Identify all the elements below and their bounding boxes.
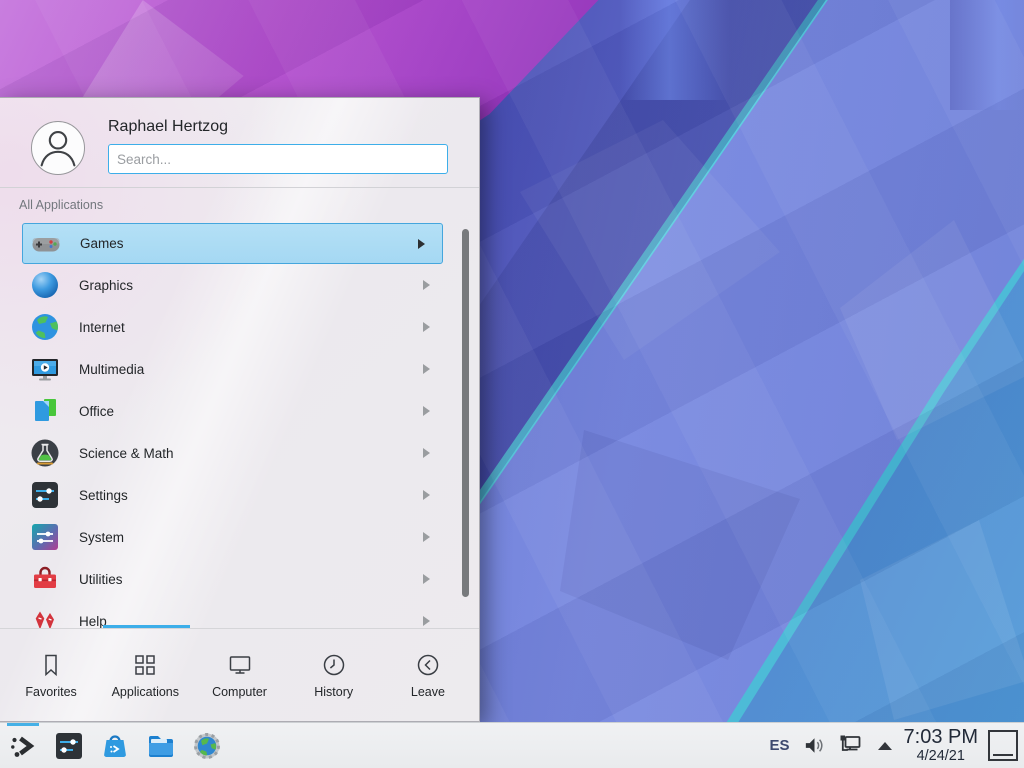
file-manager-folder-icon — [145, 730, 177, 762]
show-desktop-button[interactable] — [988, 730, 1018, 761]
category-graphics[interactable]: Graphics — [0, 264, 479, 306]
category-utilities[interactable]: Utilities — [0, 558, 479, 600]
person-icon — [32, 121, 84, 175]
globe-icon — [29, 311, 61, 343]
submenu-arrow-icon — [423, 616, 430, 626]
application-launcher-menu: Raphael Hertzog All Applications Games — [0, 97, 480, 722]
category-science-math[interactable]: Science & Math — [0, 432, 479, 474]
sliders-icon — [29, 479, 61, 511]
submenu-arrow-icon — [423, 448, 430, 458]
toolbox-icon — [29, 563, 61, 595]
discover-launcher[interactable] — [92, 723, 138, 768]
category-label: Utilities — [79, 572, 123, 587]
taskbar-launchers — [0, 723, 230, 768]
system-settings-icon — [53, 730, 85, 762]
network-icon[interactable] — [837, 732, 864, 759]
tab-leave[interactable]: Leave — [381, 629, 475, 722]
submenu-arrow-icon — [418, 239, 425, 249]
submenu-arrow-icon — [423, 574, 430, 584]
active-task-indicator — [7, 723, 39, 726]
launcher-tabbar: Favorites Applications C — [0, 629, 479, 722]
help-icon — [29, 605, 61, 628]
category-help[interactable]: Help — [0, 600, 479, 628]
section-label: All Applications — [19, 198, 103, 212]
list-scrollbar[interactable] — [462, 229, 469, 597]
sphere-icon — [29, 269, 61, 301]
category-label: Settings — [79, 488, 128, 503]
search-input[interactable] — [108, 144, 448, 174]
tab-computer[interactable]: Computer — [192, 629, 286, 722]
submenu-arrow-icon — [423, 322, 430, 332]
system-settings-launcher[interactable] — [46, 723, 92, 768]
monitor-play-icon — [29, 353, 61, 385]
tab-label: Computer — [212, 685, 267, 699]
header-divider — [0, 187, 479, 188]
category-label: System — [79, 530, 124, 545]
flask-icon — [29, 437, 61, 469]
file-manager-launcher[interactable] — [138, 723, 184, 768]
submenu-arrow-icon — [423, 532, 430, 542]
web-browser-launcher[interactable] — [184, 723, 230, 768]
clock-time: 7:03 PM — [904, 727, 978, 748]
tab-label: Favorites — [25, 685, 76, 699]
category-list: Games Graphics Internet — [0, 223, 479, 628]
clock-date: 4/24/21 — [904, 748, 978, 764]
tab-label: History — [314, 685, 353, 699]
expand-tray-caret-icon[interactable] — [878, 742, 892, 750]
tab-applications[interactable]: Applications — [98, 629, 192, 722]
category-label: Office — [79, 404, 114, 419]
category-label: Multimedia — [79, 362, 144, 377]
discover-bag-icon — [99, 730, 131, 762]
user-name: Raphael Hertzog — [108, 118, 228, 136]
document-icon — [29, 395, 61, 427]
user-avatar[interactable] — [31, 121, 85, 175]
volume-icon[interactable] — [802, 733, 827, 758]
tab-history[interactable]: History — [287, 629, 381, 722]
tab-favorites[interactable]: Favorites — [4, 629, 98, 722]
submenu-arrow-icon — [423, 280, 430, 290]
category-label: Internet — [79, 320, 125, 335]
desktop: Raphael Hertzog All Applications Games — [0, 0, 1024, 768]
category-label: Graphics — [79, 278, 133, 293]
category-system[interactable]: System — [0, 516, 479, 558]
submenu-arrow-icon — [423, 490, 430, 500]
launcher-header: Raphael Hertzog — [0, 98, 479, 187]
category-label: Science & Math — [79, 446, 174, 461]
leave-circle-icon — [415, 652, 441, 678]
clock-icon — [321, 652, 347, 678]
monitor-icon — [227, 652, 253, 678]
grid-icon — [132, 652, 158, 678]
app-launcher-button[interactable] — [0, 723, 46, 768]
gamepad-icon — [30, 228, 62, 260]
taskbar: ES 7:03 PM 4/24/21 — [0, 722, 1024, 768]
category-office[interactable]: Office — [0, 390, 479, 432]
submenu-arrow-icon — [423, 406, 430, 416]
submenu-arrow-icon — [423, 364, 430, 374]
tab-label: Leave — [411, 685, 445, 699]
system-tray: ES 7:03 PM 4/24/21 — [770, 723, 1024, 768]
category-settings[interactable]: Settings — [0, 474, 479, 516]
category-internet[interactable]: Internet — [0, 306, 479, 348]
category-multimedia[interactable]: Multimedia — [0, 348, 479, 390]
bookmark-icon — [38, 652, 64, 678]
system-sliders-icon — [29, 521, 61, 553]
tab-label: Applications — [112, 685, 179, 699]
category-label: Games — [80, 236, 124, 251]
kde-launcher-icon — [7, 730, 39, 762]
digital-clock[interactable]: 7:03 PM 4/24/21 — [904, 727, 978, 764]
web-browser-globe-icon — [191, 730, 223, 762]
category-games[interactable]: Games — [22, 223, 443, 264]
keyboard-layout-indicator[interactable]: ES — [770, 737, 790, 754]
